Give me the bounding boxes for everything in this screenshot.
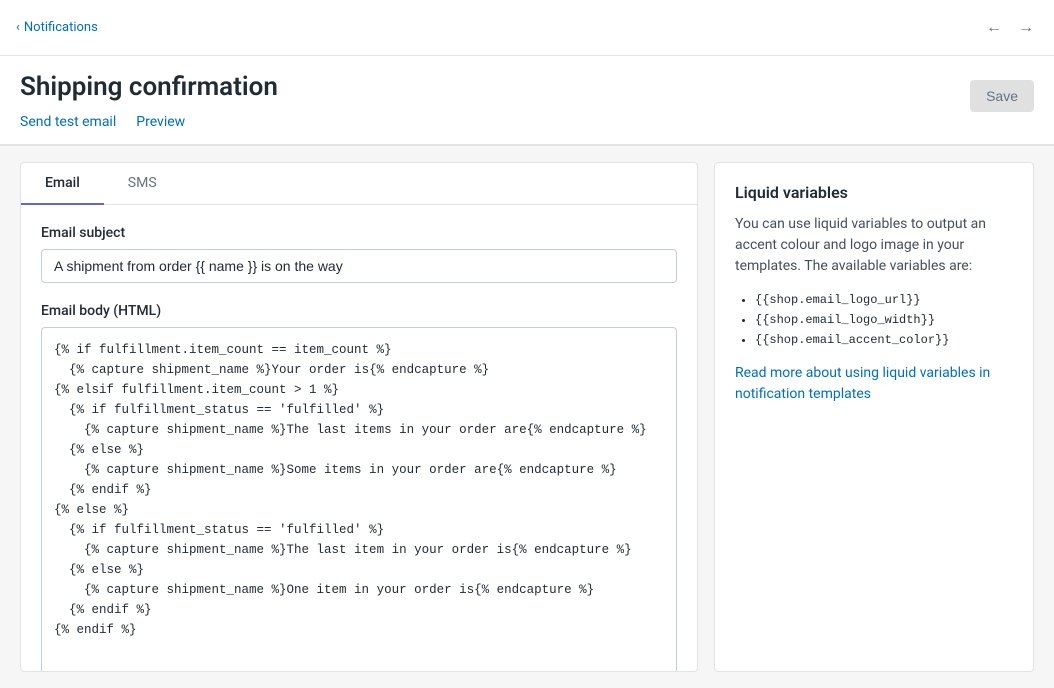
back-link-label: Notifications <box>24 20 98 35</box>
top-nav-bar: ‹ Notifications ← → <box>0 0 1054 56</box>
tab-email[interactable]: Email <box>21 163 104 205</box>
tab-sms[interactable]: SMS <box>104 163 181 205</box>
page-title: Shipping confirmation <box>20 72 278 102</box>
liquid-variables-title: Liquid variables <box>735 183 1013 202</box>
main-content: Email SMS Email subject Email body (HTML… <box>0 146 1054 688</box>
liquid-variable-item: {{shop.email_logo_url}} <box>755 293 1013 307</box>
page-header: Shipping confirmation Send test email Pr… <box>0 56 1054 146</box>
email-tab-content: Email subject Email body (HTML) {% if fu… <box>21 205 697 671</box>
sub-nav: Send test email Preview <box>20 114 278 144</box>
liquid-variables-read-more-link[interactable]: Read more about using liquid variables i… <box>735 365 990 402</box>
nav-arrows: ← → <box>982 15 1038 41</box>
liquid-variables-panel: Liquid variables You can use liquid vari… <box>714 162 1034 672</box>
send-test-email-link[interactable]: Send test email <box>20 114 116 144</box>
left-panel: Email SMS Email subject Email body (HTML… <box>20 162 698 672</box>
body-label: Email body (HTML) <box>41 303 677 319</box>
email-body-textarea[interactable]: {% if fulfillment.item_count == item_cou… <box>41 327 677 671</box>
liquid-variables-description: You can use liquid variables to output a… <box>735 214 1013 277</box>
tabs: Email SMS <box>21 163 697 205</box>
back-link[interactable]: ‹ Notifications <box>16 20 98 35</box>
liquid-variable-item: {{shop.email_accent_color}} <box>755 333 1013 347</box>
nav-next-button[interactable]: → <box>1014 15 1038 41</box>
liquid-variable-item: {{shop.email_logo_width}} <box>755 313 1013 327</box>
save-button[interactable]: Save <box>970 80 1034 112</box>
back-arrow-icon: ‹ <box>16 20 20 35</box>
email-subject-input[interactable] <box>41 249 677 283</box>
liquid-variables-list: {{shop.email_logo_url}} {{shop.email_log… <box>735 293 1013 347</box>
subject-label: Email subject <box>41 225 677 241</box>
nav-prev-button[interactable]: ← <box>982 15 1006 41</box>
preview-link[interactable]: Preview <box>136 114 185 144</box>
